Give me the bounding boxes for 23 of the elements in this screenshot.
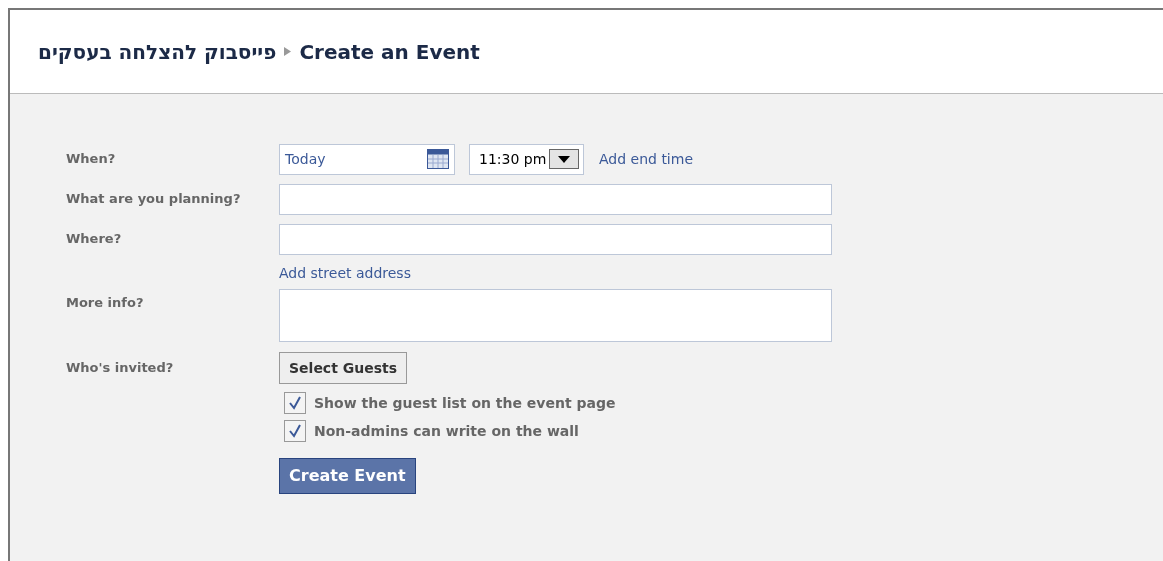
breadcrumb-parent[interactable]: פייסבוק להצלחה בעסקים: [38, 36, 277, 67]
checkbox[interactable]: [284, 420, 306, 442]
field-label: When?: [66, 151, 116, 167]
calendar-icon[interactable]: [427, 149, 449, 169]
check-icon: [288, 396, 302, 410]
field-label: What are you planning?: [66, 191, 241, 207]
checkbox-label: Show the guest list on the event page: [314, 393, 616, 413]
select-guests-button[interactable]: Select Guests: [279, 352, 408, 384]
checkbox-label: Non-admins can write on the wall: [314, 421, 579, 441]
check-icon: [288, 424, 302, 438]
time-dropdown[interactable]: 11:30 pm: [469, 143, 584, 175]
checkbox[interactable]: [284, 392, 306, 414]
planning-input-field[interactable]: [279, 183, 832, 215]
breadcrumb-arrow-icon: [284, 47, 292, 56]
add-street-address-link[interactable]: Add street address: [279, 263, 411, 284]
field-label: Who's invited?: [66, 360, 174, 376]
date-field[interactable]: Today: [279, 143, 455, 175]
where-input-field[interactable]: [279, 223, 832, 255]
field-label: More info?: [66, 295, 144, 310]
create-event-button[interactable]: Create Event: [279, 458, 416, 494]
dialog-title: Create an Event: [299, 38, 480, 66]
add-end-time-link[interactable]: Add end time: [599, 148, 693, 170]
field-label: Where?: [66, 231, 122, 247]
